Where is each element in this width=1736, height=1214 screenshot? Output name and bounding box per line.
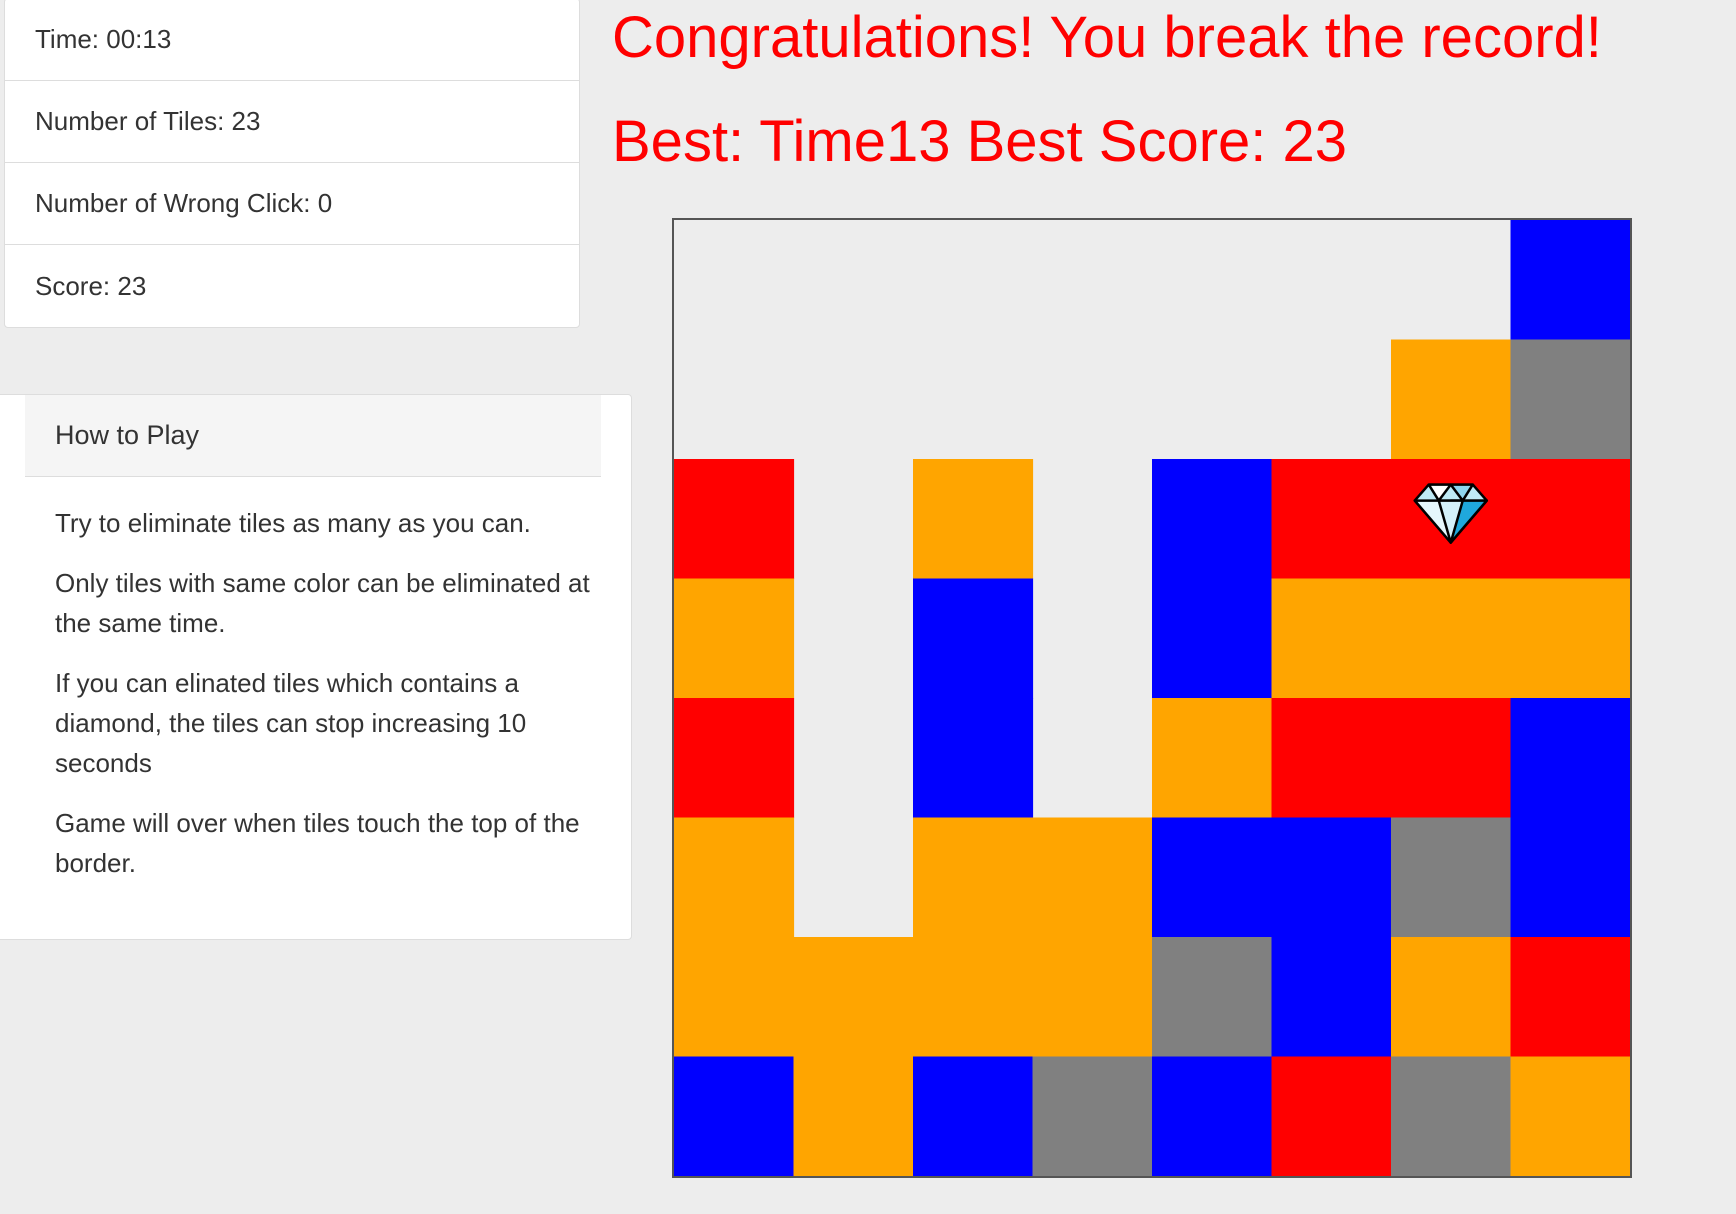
blue-tile[interactable] — [1271, 937, 1392, 1058]
blue-tile[interactable] — [1271, 817, 1392, 938]
game-board[interactable] — [672, 218, 1632, 1178]
orange-tile[interactable] — [913, 459, 1034, 580]
rule-text: Try to eliminate tiles as many as you ca… — [55, 508, 531, 538]
orange-tile[interactable] — [674, 817, 795, 938]
blue-tile[interactable] — [1510, 817, 1631, 938]
red-tile[interactable] — [1510, 937, 1631, 1058]
tile-grid[interactable] — [674, 220, 1630, 1176]
blue-tile[interactable] — [1152, 578, 1273, 699]
orange-tile[interactable] — [674, 578, 795, 699]
blue-tile[interactable] — [1510, 220, 1631, 341]
blue-tile[interactable] — [674, 1056, 795, 1177]
blue-tile[interactable] — [1152, 817, 1273, 938]
rule-text: If you can elinated tiles which contains… — [55, 668, 527, 778]
orange-tile[interactable] — [1271, 578, 1392, 699]
best-record-message: Best: Time13 Best Score: 23 — [612, 109, 1348, 174]
orange-tile[interactable] — [1391, 937, 1512, 1058]
stats-panel: Time: 00:13 Number of Tiles: 23 Number o… — [4, 0, 580, 328]
gray-tile[interactable] — [1152, 937, 1273, 1058]
orange-tile[interactable] — [913, 817, 1034, 938]
how-to-play-panel: How to Play Try to eliminate tiles as ma… — [0, 394, 632, 940]
orange-tile[interactable] — [1032, 817, 1153, 938]
tile-count: Number of Tiles: 23 — [5, 81, 579, 163]
orange-tile[interactable] — [674, 937, 795, 1058]
orange-tile[interactable] — [1391, 578, 1512, 699]
gray-tile[interactable] — [1391, 817, 1512, 938]
orange-tile[interactable] — [793, 1056, 914, 1177]
congratulations-message: Congratulations! You break the record! — [612, 5, 1602, 70]
red-tile[interactable] — [674, 459, 795, 580]
how-to-play-body: Try to eliminate tiles as many as you ca… — [55, 503, 595, 903]
blue-tile[interactable] — [913, 698, 1034, 819]
orange-tile[interactable] — [1391, 339, 1512, 460]
gray-tile[interactable] — [1510, 339, 1631, 460]
blue-tile[interactable] — [913, 1056, 1034, 1177]
red-tile[interactable] — [1271, 1056, 1392, 1177]
time-display: Time: 00:13 — [5, 0, 579, 81]
orange-tile[interactable] — [913, 937, 1034, 1058]
orange-tile[interactable] — [1510, 578, 1631, 699]
red-tile[interactable] — [674, 698, 795, 819]
red-tile[interactable] — [1271, 698, 1392, 819]
gray-tile[interactable] — [1391, 1056, 1512, 1177]
how-to-play-heading: How to Play — [25, 395, 601, 477]
orange-tile[interactable] — [1152, 698, 1273, 819]
red-tile[interactable] — [1510, 459, 1631, 580]
blue-tile[interactable] — [1510, 698, 1631, 819]
red-tile[interactable] — [1271, 459, 1392, 580]
orange-tile[interactable] — [1510, 1056, 1631, 1177]
orange-tile[interactable] — [1032, 937, 1153, 1058]
blue-tile[interactable] — [1152, 459, 1273, 580]
rule-text: Game will over when tiles touch the top … — [55, 808, 580, 878]
rule-text: Only tiles with same color can be elimin… — [55, 568, 590, 638]
blue-tile[interactable] — [913, 578, 1034, 699]
orange-tile[interactable] — [793, 937, 914, 1058]
gray-tile[interactable] — [1032, 1056, 1153, 1177]
red-tile[interactable] — [1391, 698, 1512, 819]
score-display: Score: 23 — [35, 270, 147, 301]
blue-tile[interactable] — [1152, 1056, 1273, 1177]
wrong-click-count: Number of Wrong Click: 0 — [5, 163, 579, 245]
